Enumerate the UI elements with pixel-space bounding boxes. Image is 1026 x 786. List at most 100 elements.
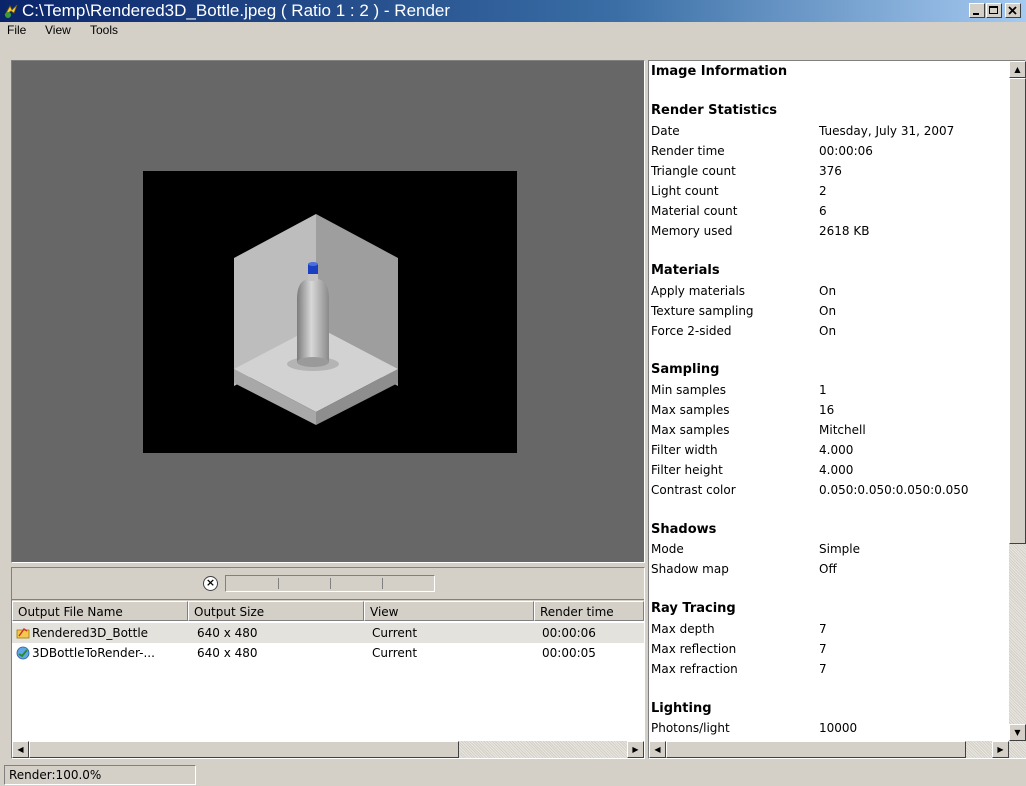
info-content: Image Information Render Statistics Date… bbox=[649, 61, 1009, 741]
info-value: 4.000 bbox=[819, 463, 854, 477]
render-progress-bar bbox=[225, 575, 435, 592]
queue-horizontal-scrollbar[interactable]: ◀ ▶ bbox=[12, 741, 644, 758]
info-value: 00:00:06 bbox=[819, 144, 873, 158]
render-time: 00:00:06 bbox=[542, 626, 596, 640]
title-bar[interactable]: C:\Temp\Rendered3D_Bottle.jpeg ( Ratio 1… bbox=[0, 0, 1026, 22]
column-view[interactable]: View bbox=[364, 601, 534, 621]
scroll-right-icon[interactable]: ▶ bbox=[627, 741, 644, 758]
info-value: 376 bbox=[819, 164, 842, 178]
scroll-left-icon[interactable]: ◀ bbox=[649, 741, 666, 758]
info-label: Texture sampling bbox=[651, 304, 754, 318]
cancel-render-icon[interactable]: × bbox=[203, 576, 218, 591]
info-value: 10000 bbox=[819, 721, 858, 735]
info-label: Apply materials bbox=[651, 284, 746, 298]
minimize-button[interactable] bbox=[969, 3, 985, 18]
close-button[interactable] bbox=[1005, 3, 1021, 18]
section-heading: Lighting bbox=[651, 701, 712, 716]
section-heading: Render Statistics bbox=[651, 103, 778, 118]
info-label: Min samples bbox=[651, 383, 726, 397]
render-time: 00:00:05 bbox=[542, 646, 596, 660]
maximize-button[interactable] bbox=[986, 3, 1002, 18]
menu-bar: File View Tools bbox=[0, 22, 1026, 40]
render-icon bbox=[16, 646, 30, 660]
info-horizontal-scrollbar[interactable]: ◀ ▶ bbox=[649, 741, 1026, 758]
file-name: Rendered3D_Bottle bbox=[32, 626, 149, 640]
menu-tools[interactable]: Tools bbox=[90, 23, 118, 37]
queue-toolbar: × bbox=[12, 568, 644, 600]
column-render-time[interactable]: Render time bbox=[534, 601, 644, 621]
info-label: Max samples bbox=[651, 423, 730, 437]
info-label: Filter width bbox=[651, 443, 718, 457]
info-label: Light count bbox=[651, 184, 719, 198]
info-value: 2618 KB bbox=[819, 224, 870, 238]
info-value: 7 bbox=[819, 622, 827, 636]
info-label: Max depth bbox=[651, 622, 715, 636]
section-heading: Sampling bbox=[651, 362, 720, 377]
info-value: Mitchell bbox=[819, 423, 866, 437]
section-heading: Materials bbox=[651, 263, 720, 278]
info-label: Contrast color bbox=[651, 483, 736, 497]
scroll-thumb[interactable] bbox=[666, 741, 966, 758]
table-row[interactable]: Rendered3D_Bottle 640 x 480 Current 00:0… bbox=[12, 623, 644, 643]
view-value: Current bbox=[372, 626, 418, 640]
table-row[interactable]: 3DBottleToRender-... 640 x 480 Current 0… bbox=[12, 643, 644, 663]
info-value: On bbox=[819, 324, 837, 338]
info-value: 6 bbox=[819, 204, 827, 218]
info-value: 7 bbox=[819, 662, 827, 676]
rendered-image bbox=[143, 171, 517, 453]
maximize-icon bbox=[989, 6, 998, 14]
info-value: 4.000 bbox=[819, 443, 854, 457]
window-title: C:\Temp\Rendered3D_Bottle.jpeg ( Ratio 1… bbox=[22, 1, 451, 20]
info-value: On bbox=[819, 284, 837, 298]
info-value: 16 bbox=[819, 403, 835, 417]
info-label: Render time bbox=[651, 144, 725, 158]
status-bar: Render:100.0% bbox=[0, 764, 1026, 786]
scroll-right-icon[interactable]: ▶ bbox=[992, 741, 1009, 758]
output-list: Output File Name Output Size View Render… bbox=[12, 601, 644, 741]
bottle-render bbox=[234, 214, 398, 425]
info-label: Max reflection bbox=[651, 642, 737, 656]
info-label: Date bbox=[651, 124, 680, 138]
output-size: 640 x 480 bbox=[197, 646, 258, 660]
scroll-up-icon[interactable]: ▲ bbox=[1009, 61, 1026, 78]
view-value: Current bbox=[372, 646, 418, 660]
info-label: Max refraction bbox=[651, 662, 738, 676]
info-value: 0.050:0.050:0.050:0.050 bbox=[819, 483, 969, 497]
info-value: 1 bbox=[819, 383, 827, 397]
folder-icon bbox=[16, 627, 30, 639]
info-value: 7 bbox=[819, 642, 827, 656]
info-label: Photons/light bbox=[651, 721, 730, 735]
info-label: Memory used bbox=[651, 224, 733, 238]
menu-file[interactable]: File bbox=[7, 23, 26, 37]
section-heading: Shadows bbox=[651, 522, 717, 537]
render-window: C:\Temp\Rendered3D_Bottle.jpeg ( Ratio 1… bbox=[0, 0, 1026, 786]
info-value: Tuesday, July 31, 2007 bbox=[819, 124, 955, 138]
info-label: Shadow map bbox=[651, 562, 729, 576]
scroll-down-icon[interactable]: ▼ bbox=[1009, 724, 1026, 741]
info-label: Mode bbox=[651, 542, 684, 556]
column-output-size[interactable]: Output Size bbox=[188, 601, 364, 621]
info-label: Max samples bbox=[651, 403, 730, 417]
render-viewport bbox=[11, 60, 645, 563]
scroll-thumb[interactable] bbox=[29, 741, 459, 758]
minimize-icon bbox=[973, 13, 979, 15]
render-app-icon bbox=[4, 4, 18, 18]
close-icon bbox=[1008, 6, 1017, 15]
output-size: 640 x 480 bbox=[197, 626, 258, 640]
render-queue-panel: × Output File Name Output Size View Rend… bbox=[11, 567, 645, 759]
file-name: 3DBottleToRender-... bbox=[32, 646, 155, 660]
info-label: Triangle count bbox=[651, 164, 736, 178]
render-status: Render:100.0% bbox=[4, 765, 196, 785]
scroll-left-icon[interactable]: ◀ bbox=[12, 741, 29, 758]
info-vertical-scrollbar[interactable]: ▲ ▼ bbox=[1009, 61, 1026, 741]
image-information-panel: Image Information Render Statistics Date… bbox=[648, 60, 1026, 759]
info-value: On bbox=[819, 304, 837, 318]
info-value: 2 bbox=[819, 184, 827, 198]
column-output-file-name[interactable]: Output File Name bbox=[12, 601, 188, 621]
section-heading: Ray Tracing bbox=[651, 601, 736, 616]
info-label: Material count bbox=[651, 204, 738, 218]
info-label: Force 2-sided bbox=[651, 324, 732, 338]
info-label: Filter height bbox=[651, 463, 723, 477]
menu-view[interactable]: View bbox=[45, 23, 71, 37]
scroll-thumb[interactable] bbox=[1009, 78, 1026, 544]
